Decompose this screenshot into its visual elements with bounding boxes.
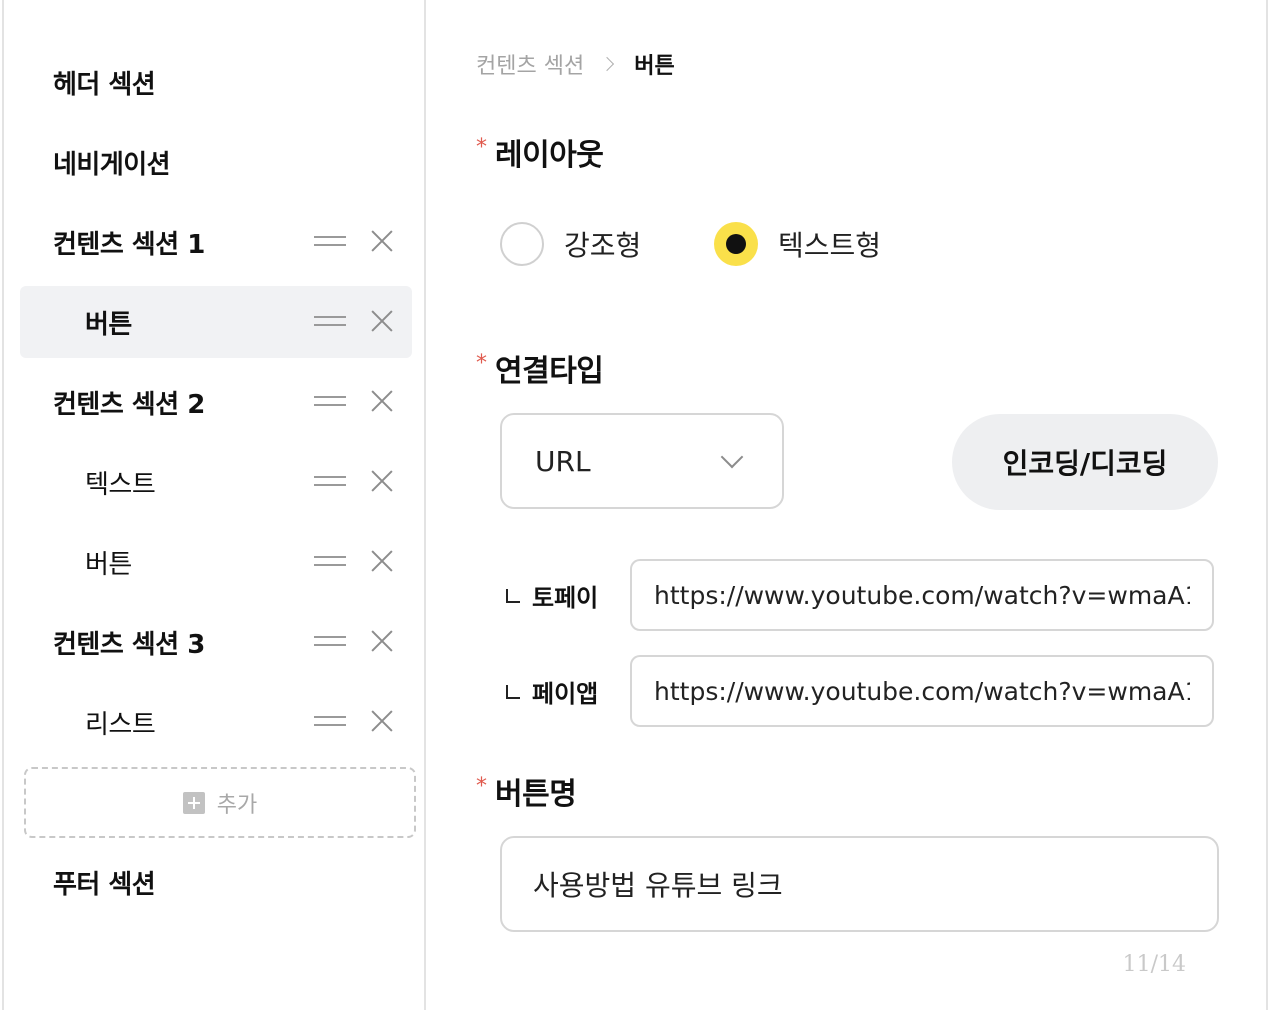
close-icon[interactable] [368, 468, 394, 494]
add-label: 추가 [216, 792, 258, 818]
link-type-label: 연결타입 [495, 354, 604, 389]
radio-text-type[interactable]: 텍스트형 [714, 222, 881, 266]
character-counter: 11/14 [1122, 952, 1186, 977]
row-actions [314, 628, 394, 654]
layout-label: 레이아웃 [495, 138, 604, 173]
sidebar-item-label: 버튼 [85, 549, 132, 580]
sidebar-item-label: 텍스트 [85, 469, 156, 500]
select-value: URL [535, 444, 591, 478]
breadcrumb: 컨텐츠 섹션 버튼 [476, 48, 675, 80]
radio-label: 텍스트형 [778, 229, 882, 262]
sidebar-item-button-2[interactable]: 버튼 [20, 526, 412, 598]
breadcrumb-parent[interactable]: 컨텐츠 섹션 [476, 48, 584, 80]
chevron-down-icon [720, 445, 744, 469]
sidebar-item-label: 컨텐츠 섹션 1 [53, 229, 205, 260]
button-name-label: 버튼명 [495, 777, 577, 812]
radio-checked-icon[interactable] [714, 222, 758, 266]
sidebar-item-content-section-3[interactable]: 컨텐츠 섹션 3 [20, 606, 412, 678]
sidebar-item-content-section-1[interactable]: 컨텐츠 섹션 1 [20, 206, 412, 278]
toss-label-row: 토페이 [506, 578, 598, 613]
close-icon[interactable] [368, 308, 394, 334]
radio-label: 강조형 [564, 229, 642, 262]
url-value: https://www.youtube.com/watch?v=wmaA1 [654, 676, 1190, 706]
corner-arrow-icon [506, 588, 520, 603]
sidebar-item-label: 리스트 [85, 709, 156, 740]
link-type-field-title: * 연결타입 [476, 351, 604, 390]
required-mark: * [476, 351, 487, 376]
sidebar-item-header-section[interactable]: 헤더 섹션 [20, 46, 412, 118]
row-actions [314, 708, 394, 734]
close-icon[interactable] [368, 388, 394, 414]
sidebar-item-label: 버튼 [85, 309, 132, 340]
sidebar-item-button-1[interactable]: 버튼 [20, 286, 412, 358]
link-type-select[interactable]: URL [500, 413, 784, 509]
encode-decode-button[interactable]: 인코딩/디코딩 [952, 414, 1218, 510]
toss-url-input[interactable]: https://www.youtube.com/watch?v=wmaA1 [630, 559, 1214, 631]
row-actions [314, 548, 394, 574]
drag-handle-icon[interactable] [314, 392, 346, 410]
sidebar-item-label: 푸터 섹션 [53, 869, 156, 900]
input-value: 사용방법 유튜브 링크 [533, 869, 783, 902]
button-name-input[interactable]: 사용방법 유튜브 링크 [500, 836, 1219, 932]
close-icon[interactable] [368, 628, 394, 654]
close-icon[interactable] [368, 228, 394, 254]
close-icon[interactable] [368, 548, 394, 574]
drag-handle-icon[interactable] [314, 632, 346, 650]
editor-panel: 컨텐츠 섹션 버튼 * 레이아웃 강조형 텍스트형 * 연결타입 URL 인코딩… [428, 0, 1266, 1010]
drag-handle-icon[interactable] [314, 312, 346, 330]
chevron-right-icon [600, 56, 615, 72]
row-actions [314, 308, 394, 334]
drag-handle-icon[interactable] [314, 712, 346, 730]
plus-icon [182, 791, 205, 814]
sidebar-item-text[interactable]: 텍스트 [20, 446, 412, 518]
sidebar-item-label: 헤더 섹션 [53, 69, 156, 100]
drag-handle-icon[interactable] [314, 552, 346, 570]
drag-handle-icon[interactable] [314, 232, 346, 250]
required-mark: * [476, 774, 487, 799]
radio-unchecked-icon[interactable] [500, 222, 544, 266]
row-actions [314, 468, 394, 494]
row-actions [314, 228, 394, 254]
sidebar-item-label: 컨텐츠 섹션 3 [53, 629, 205, 660]
layout-field-title: * 레이아웃 [476, 135, 604, 174]
sidebar-item-list[interactable]: 리스트 [20, 686, 412, 758]
sidebar-item-label: 컨텐츠 섹션 2 [53, 389, 205, 420]
payapp-url-input[interactable]: https://www.youtube.com/watch?v=wmaA1 [630, 655, 1214, 727]
corner-arrow-icon [506, 684, 520, 699]
drag-handle-icon[interactable] [314, 472, 346, 490]
url-value: https://www.youtube.com/watch?v=wmaA1 [654, 580, 1190, 610]
section-sidebar: 헤더 섹션 네비게이션 컨텐츠 섹션 1 버튼 컨텐츠 섹션 2 텍스트 버튼 [4, 0, 426, 1010]
required-mark: * [476, 135, 487, 160]
button-name-field-title: * 버튼명 [476, 774, 577, 813]
close-icon[interactable] [368, 708, 394, 734]
sidebar-item-footer-section[interactable]: 푸터 섹션 [20, 846, 412, 918]
radio-emphasis[interactable]: 강조형 [500, 222, 641, 266]
payapp-label-row: 페이앱 [506, 674, 598, 709]
sidebar-item-content-section-2[interactable]: 컨텐츠 섹션 2 [20, 366, 412, 438]
toss-label: 토페이 [532, 584, 599, 612]
payapp-label: 페이앱 [532, 680, 599, 708]
sidebar-item-label: 네비게이션 [53, 149, 171, 180]
row-actions [314, 388, 394, 414]
add-section-button[interactable]: 추가 [24, 767, 416, 838]
breadcrumb-current: 버튼 [634, 54, 675, 79]
sidebar-item-navigation[interactable]: 네비게이션 [20, 126, 412, 198]
